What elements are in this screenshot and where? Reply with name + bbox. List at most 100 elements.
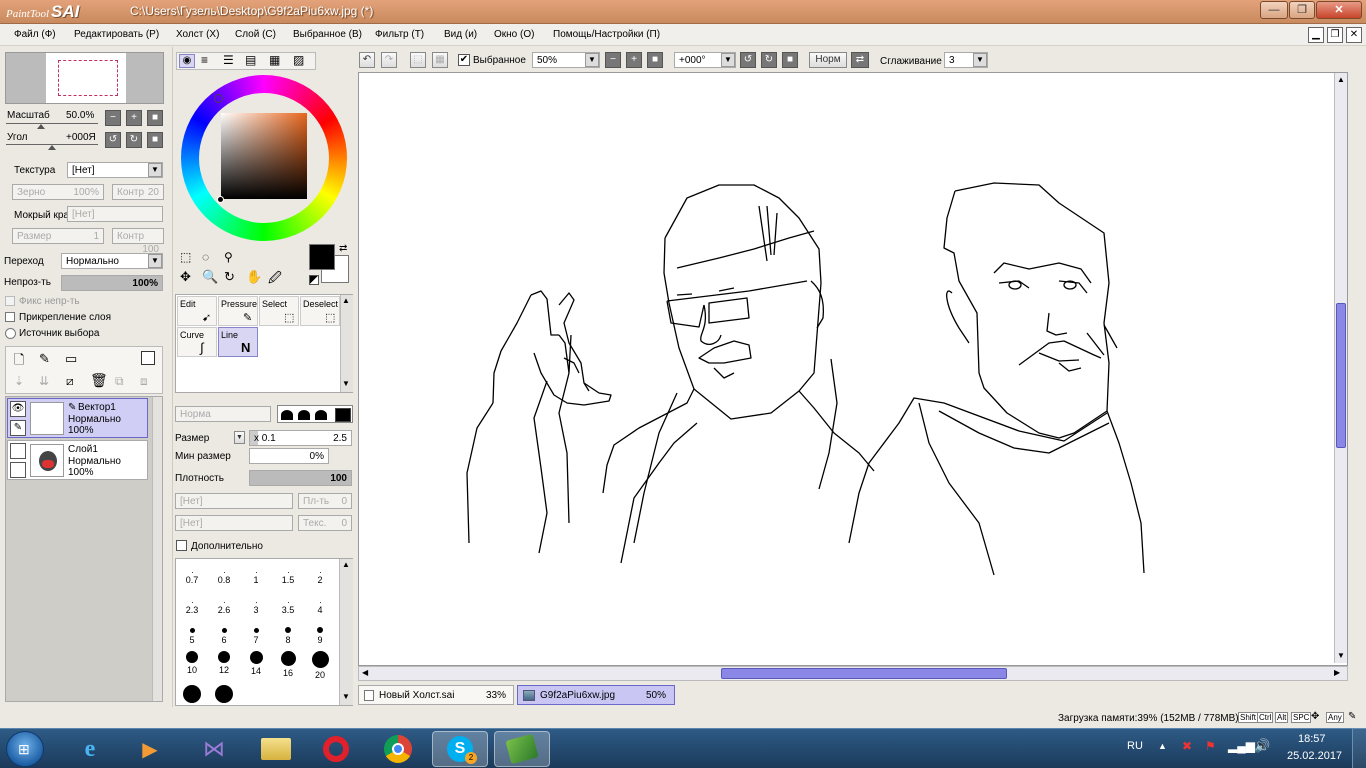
zoom-out-button[interactable]: − (105, 110, 121, 126)
brush-size-preset[interactable]: 1 (240, 561, 272, 591)
tool-edit[interactable]: Edit ➹ (177, 296, 217, 326)
brush-shape-icon[interactable] (281, 410, 293, 420)
brush-size-preset[interactable]: 1.5 (272, 561, 304, 591)
layer-item-vector1[interactable]: 👁 ✎ ✎ Вектор1 Нормально 100% (7, 398, 148, 438)
lasso-icon[interactable]: ◌ (202, 250, 209, 264)
zoom-in-button[interactable]: + (626, 52, 642, 68)
visibility-toggle[interactable] (10, 443, 26, 459)
taskbar-ie[interactable]: e (62, 731, 118, 767)
language-indicator[interactable]: RU (1127, 740, 1143, 752)
mdi-close-button[interactable]: ✕ (1346, 27, 1362, 43)
density-slider[interactable]: 100 (249, 470, 352, 486)
scroll-down-icon[interactable]: ▼ (342, 379, 350, 388)
clip-layer-checkbox[interactable] (5, 312, 15, 322)
menu-view[interactable]: Вид (и) (444, 29, 477, 40)
swap-colors-icon[interactable]: ⇄ (339, 243, 347, 254)
menu-help[interactable]: Помощь/Настройки (П) (553, 29, 660, 40)
volume-icon[interactable]: 🔊 (1254, 738, 1270, 754)
hue-cursor[interactable] (214, 94, 223, 103)
color-wheel-tab-icon[interactable]: ◉ (179, 54, 195, 68)
brush-size-preset[interactable]: 12 (208, 651, 240, 681)
selection-source-radio[interactable] (5, 328, 16, 339)
menu-window[interactable]: Окно (О) (494, 29, 534, 40)
restore-button[interactable]: ❐ (1289, 1, 1315, 19)
undo-button[interactable]: ↶ (359, 52, 375, 68)
hsv-slider-tab-icon[interactable]: ☰ (223, 53, 234, 67)
color-mix-tab-icon[interactable]: ▤ (245, 53, 256, 67)
canvas-horizontal-scrollbar[interactable]: ◀ ▶ (358, 666, 1348, 681)
brush-size-preset[interactable]: 0.7 (176, 561, 208, 591)
menu-layer[interactable]: Слой (С) (235, 29, 276, 40)
new-layer-icon[interactable]: 🗋 (14, 351, 24, 373)
brush-shape-selector[interactable] (277, 405, 353, 423)
lock-toggle[interactable] (10, 462, 26, 478)
tray-expand-icon[interactable]: ▲ (1158, 741, 1167, 751)
navigator-preview[interactable] (5, 52, 164, 104)
zoom-reset-button[interactable]: ■ (147, 110, 163, 126)
menu-file[interactable]: Файл (Ф) (14, 29, 56, 40)
mdi-restore-button[interactable]: ❐ (1327, 27, 1343, 43)
brush-size-preset[interactable]: 2 (304, 561, 336, 591)
new-folder-icon[interactable]: ▭ (65, 351, 77, 367)
layer-item-layer1[interactable]: Слой1 Нормально 100% (7, 440, 148, 480)
horizontal-scroll-thumb[interactable] (721, 668, 1007, 679)
new-linework-layer-icon[interactable]: ✎ (39, 351, 50, 367)
scroll-up-icon[interactable]: ▲ (342, 296, 350, 305)
tool-grid-scrollbar[interactable]: ▲ ▼ (340, 295, 353, 392)
taskbar-skype[interactable]: S 2 (432, 731, 488, 767)
color-cursor[interactable] (217, 196, 224, 203)
tool-select[interactable]: Select ⬚ (259, 296, 299, 326)
clock-date[interactable]: 25.02.2017 (1287, 750, 1342, 762)
taskbar-media-player[interactable]: ▶ (122, 731, 178, 767)
rotate-reset-button[interactable]: ■ (782, 52, 798, 68)
menu-edit[interactable]: Редактировать (Р) (74, 29, 159, 40)
signal-icon[interactable]: ▂▄▆ (1228, 739, 1255, 753)
rotate-reset-button[interactable]: ■ (147, 132, 163, 148)
zoom-out-button[interactable]: − (605, 52, 621, 68)
rotate-left-button[interactable]: ↺ (105, 132, 121, 148)
start-button[interactable]: ⊞ (6, 731, 44, 767)
brush-size-preset[interactable]: 6 (208, 621, 240, 651)
brush-size-preset[interactable]: 8 (272, 621, 304, 651)
brush-size-preset[interactable]: 2.3 (176, 591, 208, 621)
vertical-scroll-thumb[interactable] (1336, 303, 1346, 448)
zoom-in-button[interactable]: + (126, 110, 142, 126)
hand-icon[interactable]: ✋ (246, 269, 262, 285)
network-error-icon[interactable]: ✖ (1182, 739, 1192, 753)
doc-tab-jpg[interactable]: G9f2aPiu6xw.jpg 50% (517, 685, 675, 705)
brush-size-preset[interactable]: 4 (304, 591, 336, 621)
fix-opacity-checkbox[interactable] (5, 296, 15, 306)
canvas[interactable]: ▲ ▼ (358, 72, 1348, 666)
menu-filter[interactable]: Фильтр (Т) (375, 29, 424, 40)
pen-icon[interactable]: ✎ (10, 420, 26, 436)
angle-value[interactable]: +000Я (66, 132, 96, 143)
scratchpad-tab-icon[interactable]: ▨ (293, 53, 304, 67)
clock-time[interactable]: 18:57 (1298, 733, 1326, 745)
swatches-tab-icon[interactable]: ▦ (269, 53, 280, 67)
eyedropper-icon[interactable]: 🖉 (268, 269, 282, 291)
rotate-icon[interactable]: ↻ (224, 269, 235, 285)
rotate-right-button[interactable]: ↻ (761, 52, 777, 68)
zoom-reset-button[interactable]: ■ (647, 52, 663, 68)
taskbar-paint-tool-sai[interactable] (494, 731, 550, 767)
doc-tab-new-canvas[interactable]: Новый Холст.sai 33% (358, 685, 514, 705)
show-desktop-button[interactable] (1352, 728, 1366, 768)
eye-icon[interactable]: 👁 (10, 401, 26, 417)
chevron-down-icon[interactable]: ▼ (585, 53, 599, 67)
taskbar-opera[interactable] (308, 731, 364, 767)
minimize-button[interactable]: — (1260, 1, 1288, 19)
taskbar-explorer[interactable] (248, 731, 304, 767)
rotate-left-button[interactable]: ↺ (740, 52, 756, 68)
magic-wand-icon[interactable]: ⚲ (224, 250, 233, 264)
brush-shape-icon[interactable] (315, 410, 327, 420)
angle-slider-thumb[interactable] (48, 145, 56, 150)
scroll-right-icon[interactable]: ▶ (1334, 668, 1340, 677)
deselect-button[interactable]: ⬚ (410, 52, 426, 68)
clear-layer-icon[interactable]: ⧄ (66, 374, 74, 389)
scale-value[interactable]: 50.0% (66, 110, 94, 121)
scroll-left-icon[interactable]: ◀ (362, 668, 368, 677)
rgb-slider-tab-icon[interactable]: ≡ (201, 53, 208, 67)
mdi-minimize-button[interactable]: ▁ (1308, 27, 1324, 43)
brush-size-slider[interactable]: x 0.1 2.5 (249, 430, 352, 446)
chevron-down-icon[interactable]: ▼ (721, 53, 735, 67)
